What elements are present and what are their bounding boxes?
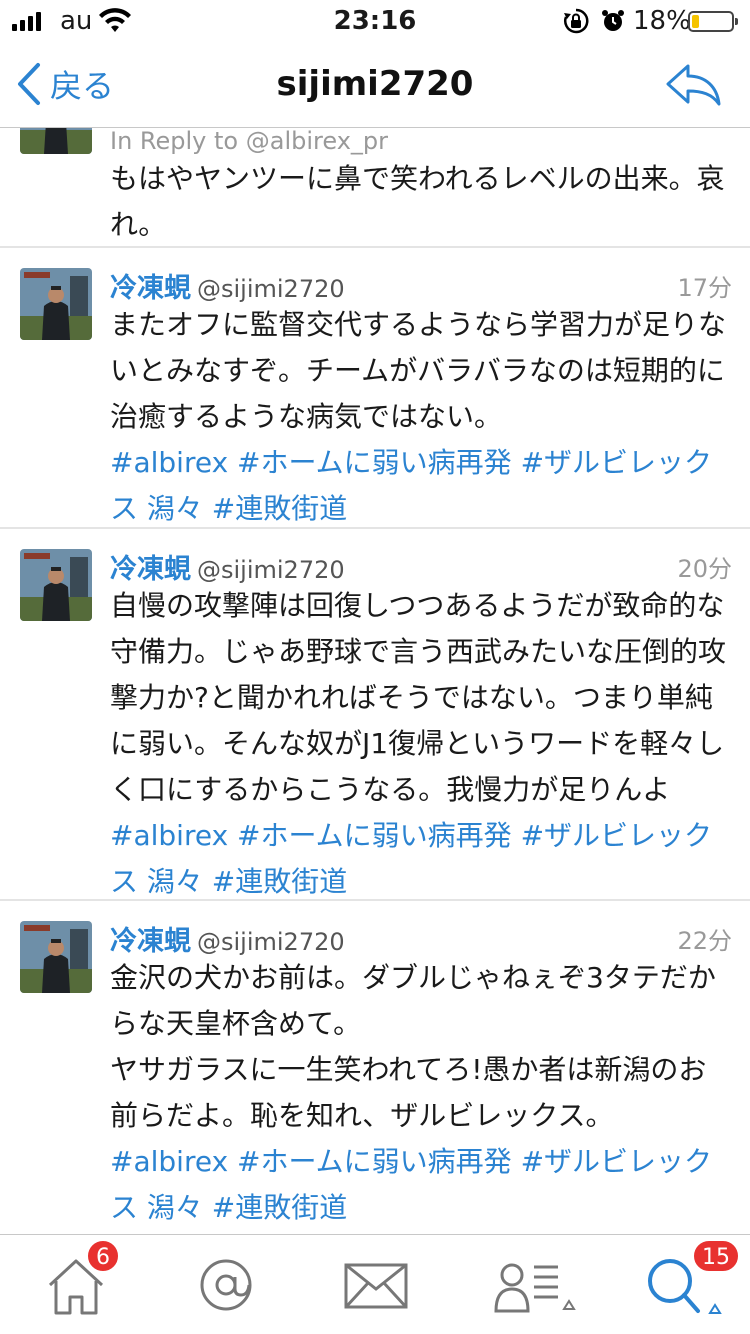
tweet-time: 17分	[677, 274, 732, 302]
author-handle[interactable]: @sijimi2720	[197, 556, 345, 584]
avatar-image	[20, 921, 92, 993]
tab-messages[interactable]	[326, 1235, 426, 1334]
status-bar: au 23:16 18%	[0, 0, 750, 42]
avatar[interactable]	[20, 128, 92, 154]
nav-bar: 戻る sijimi2720	[0, 42, 750, 128]
tweet-time: 20分	[677, 555, 732, 583]
author-name[interactable]: 冷凍蜆	[110, 926, 191, 957]
timeline[interactable]: In Reply to @albirex_pr もはやヤンツーに鼻で笑われるレベ…	[0, 128, 750, 1234]
avatar[interactable]	[20, 921, 92, 993]
profile-icon	[494, 1263, 576, 1313]
tweet-text: もはやヤンツーに鼻で笑われるレベルの出来。哀 れ。	[110, 162, 725, 241]
page-title: sijimi2720	[276, 64, 474, 104]
tweet-time: 22分	[677, 927, 732, 955]
reply-to-label[interactable]: In Reply to @albirex_pr	[110, 128, 732, 156]
tab-bar: 6 15	[0, 1234, 750, 1334]
tab-search[interactable]: 15	[640, 1235, 740, 1334]
mentions-icon	[200, 1259, 252, 1311]
messages-icon	[344, 1263, 408, 1309]
avatar[interactable]	[20, 268, 92, 340]
tab-mentions[interactable]	[176, 1235, 276, 1334]
tweet-text: 自慢の攻撃陣は回復しつつあるようだが致命的な 守備力。じゃあ野球で言う西武みたい…	[110, 589, 727, 806]
tweet[interactable]: 冷凍蜆 @sijimi2720 17分 またオフに監督交代するようなら学習力が足り…	[0, 248, 750, 529]
author-handle[interactable]: @sijimi2720	[197, 275, 345, 303]
avatar-image	[20, 128, 92, 154]
author-name[interactable]: 冷凍蜆	[110, 273, 191, 304]
author-name[interactable]: 冷凍蜆	[110, 554, 191, 585]
tweet-text: 金沢の犬かお前は。ダブルじゃねぇぞ3タテだか らな天皇杯含めて。 ヤサガラスに一…	[110, 961, 716, 1132]
tweet-hashtags[interactable]: #albirex #ホームに弱い病再発 #ザルビレックス 潟々 #連敗街道	[110, 440, 732, 532]
tweet[interactable]: In Reply to @albirex_pr もはやヤンツーに鼻で笑われるレベ…	[0, 128, 750, 248]
alarm-icon	[602, 10, 624, 31]
tweet-text: またオフに監督交代するようなら学習力が足りな いとみなすぞ。チームがバラバラなの…	[110, 308, 727, 433]
avatar-image	[20, 268, 92, 340]
battery-icon	[688, 11, 738, 32]
tab-home[interactable]: 6	[26, 1235, 126, 1334]
reply-icon[interactable]	[664, 62, 722, 106]
tab-profile[interactable]	[488, 1235, 588, 1334]
search-badge: 15	[692, 1239, 740, 1273]
home-badge: 6	[86, 1239, 120, 1273]
avatar-image	[20, 549, 92, 621]
author-handle[interactable]: @sijimi2720	[197, 928, 345, 956]
rotation-lock-icon	[564, 8, 589, 34]
tweet[interactable]: 冷凍蜆 @sijimi2720 22分 金沢の犬かお前は。ダブルじゃねぇぞ3タテだ…	[0, 901, 750, 1234]
avatar[interactable]	[20, 549, 92, 621]
tweet-hashtags[interactable]: #albirex #ホームに弱い病再発 #ザルビレックス 潟々 #連敗街道	[110, 1139, 732, 1231]
battery-percent: 18%	[633, 6, 691, 36]
tweet-hashtags[interactable]: #albirex #ホームに弱い病再発 #ザルビレックス 潟々 #連敗街道	[110, 813, 732, 905]
tweet[interactable]: 冷凍蜆 @sijimi2720 20分 自慢の攻撃陣は回復しつつあるようだが致命的…	[0, 529, 750, 901]
